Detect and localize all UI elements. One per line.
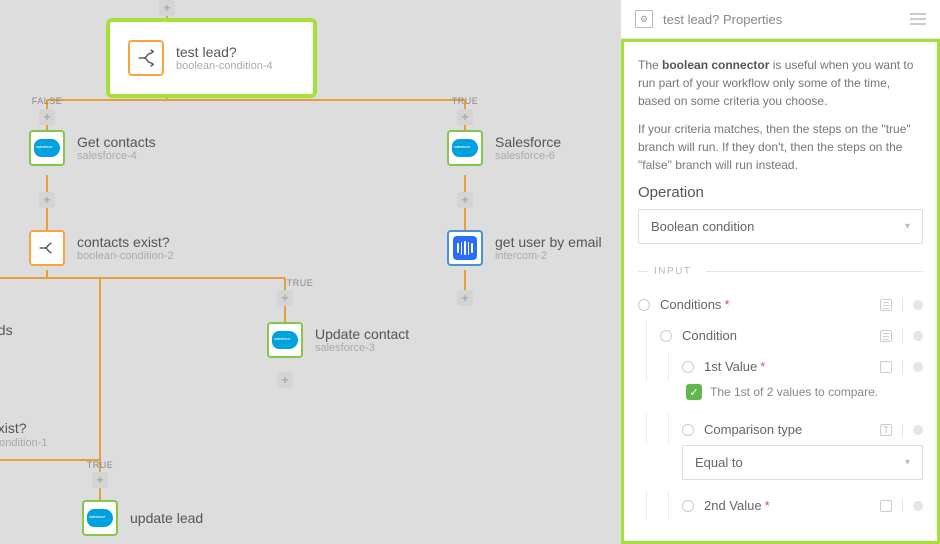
list-icon[interactable]: [880, 299, 892, 311]
radio-icon: [682, 361, 694, 373]
workflow-canvas[interactable]: + test lead? boolean-condition-4 FALSE T…: [0, 0, 620, 544]
radio-icon: [660, 330, 672, 342]
add-step-icon[interactable]: +: [277, 290, 293, 306]
node-title: ads: [0, 322, 13, 339]
add-step-icon[interactable]: +: [159, 0, 175, 16]
salesforce-icon: [29, 130, 65, 166]
comparison-value: Equal to: [695, 455, 743, 470]
node-subtitle: salesforce-4: [77, 150, 156, 162]
node-title: Salesforce: [495, 134, 561, 151]
operation-value: Boolean condition: [651, 219, 754, 234]
radio-icon: [682, 424, 694, 436]
status-dot-icon: [913, 362, 923, 372]
branch-icon: [29, 230, 65, 266]
edit-icon[interactable]: [880, 361, 892, 373]
description-text: If your criteria matches, then the steps…: [638, 120, 923, 174]
node-get-contacts[interactable]: Get contacts salesforce-4: [29, 130, 156, 166]
node-contacts-exist[interactable]: contacts exist? boolean-condition-2: [29, 230, 174, 266]
field-label: 1st Value: [704, 359, 757, 374]
salesforce-icon: [82, 500, 118, 536]
text-type-icon[interactable]: T: [880, 424, 892, 436]
status-dot-icon: [913, 501, 923, 511]
input-section-divider: INPUT: [638, 266, 923, 277]
salesforce-icon: [267, 322, 303, 358]
check-icon: ✓: [686, 384, 702, 400]
condition-field[interactable]: Condition: [638, 320, 923, 351]
intercom-icon: [447, 230, 483, 266]
node-update-contact[interactable]: Update contact salesforce-3: [267, 322, 409, 358]
panel-body: The boolean connector is useful when you…: [621, 39, 940, 544]
add-step-icon[interactable]: +: [457, 290, 473, 306]
panel-title: test lead? Properties: [663, 12, 782, 27]
field-label: Comparison type: [704, 422, 802, 437]
node-test-lead[interactable]: test lead? boolean-condition-4: [110, 22, 313, 94]
node-title: Get contacts: [77, 134, 156, 151]
add-step-icon[interactable]: +: [92, 472, 108, 488]
menu-icon[interactable]: [910, 13, 926, 25]
node-subtitle: intercom-2: [495, 250, 602, 262]
chevron-down-icon: ▾: [905, 221, 910, 232]
comparison-type-field[interactable]: Comparison type T: [638, 414, 923, 445]
node-exist-partial[interactable]: exist? -condition-1: [0, 420, 47, 449]
operation-select[interactable]: Boolean condition ▾: [638, 209, 923, 244]
status-dot-icon: [913, 425, 923, 435]
add-step-icon[interactable]: +: [457, 192, 473, 208]
comparison-select[interactable]: Equal to ▾: [682, 445, 923, 480]
add-step-icon[interactable]: +: [277, 372, 293, 388]
radio-icon: [682, 500, 694, 512]
conditions-field[interactable]: Conditions*: [638, 289, 923, 320]
properties-panel: ⚙ test lead? Properties The boolean conn…: [620, 0, 940, 544]
node-subtitle: salesforce-6: [495, 150, 561, 162]
edit-icon[interactable]: [880, 500, 892, 512]
branch-true-label: TRUE: [87, 460, 114, 470]
radio-icon: [638, 299, 650, 311]
status-dot-icon: [913, 300, 923, 310]
node-title: contacts exist?: [77, 234, 174, 251]
operation-label: Operation: [638, 184, 923, 201]
node-title: test lead?: [176, 44, 273, 61]
node-subtitle: salesforce-3: [315, 342, 409, 354]
second-value-field[interactable]: 2nd Value*: [638, 490, 923, 521]
add-step-icon[interactable]: +: [457, 109, 473, 125]
branch-icon: [128, 40, 164, 76]
node-title: update lead: [130, 510, 203, 527]
list-icon[interactable]: [880, 330, 892, 342]
branch-true-label: TRUE: [287, 278, 314, 288]
node-title: exist?: [0, 420, 47, 437]
add-step-icon[interactable]: +: [39, 192, 55, 208]
field-label: Conditions: [660, 297, 721, 312]
node-get-user[interactable]: get user by email intercom-2: [447, 230, 602, 266]
status-dot-icon: [913, 331, 923, 341]
settings-sliders-icon: ⚙: [635, 10, 653, 28]
add-step-icon[interactable]: +: [39, 109, 55, 125]
node-update-lead[interactable]: update lead: [82, 500, 203, 536]
node-title: Update contact: [315, 326, 409, 343]
node-salesforce[interactable]: Salesforce salesforce-6: [447, 130, 561, 166]
node-ads-partial[interactable]: ads: [0, 322, 13, 339]
node-subtitle: boolean-condition-2: [77, 250, 174, 262]
node-title: get user by email: [495, 234, 602, 251]
node-subtitle: boolean-condition-4: [176, 60, 273, 72]
branch-false-label: FALSE: [32, 96, 63, 106]
branch-true-label: TRUE: [452, 96, 479, 106]
first-value-hint: ✓ The 1st of 2 values to compare.: [638, 382, 923, 414]
field-label: Condition: [682, 328, 737, 343]
salesforce-icon: [447, 130, 483, 166]
description-text: The boolean connector is useful when you…: [638, 56, 923, 110]
field-label: 2nd Value: [704, 498, 762, 513]
first-value-field[interactable]: 1st Value*: [638, 351, 923, 382]
chevron-down-icon: ▾: [905, 457, 910, 468]
panel-header: ⚙ test lead? Properties: [621, 0, 940, 39]
node-subtitle: -condition-1: [0, 437, 47, 449]
